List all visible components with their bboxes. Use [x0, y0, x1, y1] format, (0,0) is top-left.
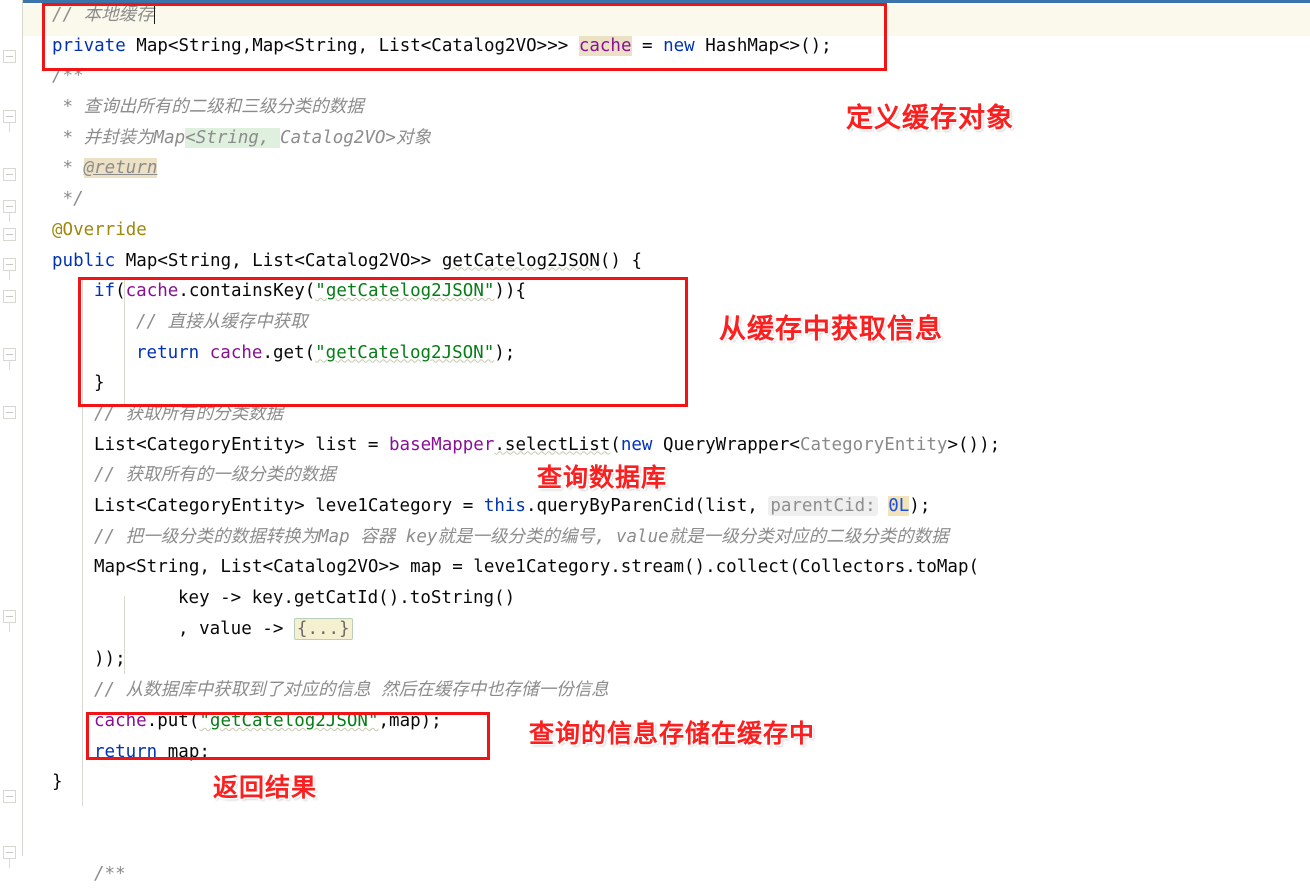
- code-line[interactable]: [0, 829, 1310, 860]
- code-token: Map<String, List<Catalog2VO>> map = leve…: [94, 557, 916, 578]
- box-write-to-cache: [86, 712, 490, 760]
- code-line[interactable]: /**: [0, 859, 1310, 890]
- code-token: */: [52, 189, 84, 210]
- code-token: CategoryEntity: [799, 434, 948, 455]
- code-line[interactable]: public Map<String, List<Catalog2VO>> get…: [0, 246, 1310, 277]
- code-token: .selectList: [494, 434, 611, 455]
- code-token: @return: [83, 158, 158, 179]
- code-token: <String,: [185, 127, 281, 148]
- code-token: parentCid:: [768, 496, 878, 516]
- code-token: *: [52, 158, 84, 179]
- code-line[interactable]: // 从数据库中获取到了对应的信息 然后在缓存中也存储一份信息: [0, 675, 1310, 706]
- code-line[interactable]: // 把一级分类的数据转换为Map 容器 key就是一级分类的编号, value…: [0, 522, 1310, 553]
- code-line[interactable]: }: [0, 767, 1310, 798]
- code-token: baseMapper: [389, 434, 495, 455]
- box-cache-declaration: [42, 3, 887, 71]
- code-token: (: [610, 434, 621, 455]
- code-token: public: [52, 250, 116, 271]
- code-token: toMap: [915, 557, 969, 578]
- code-token: }: [52, 772, 63, 793]
- note-store-in-cache: 查询的信息存储在缓存中: [529, 719, 816, 748]
- code-token: ));: [94, 649, 126, 670]
- code-token: Catalog2VO>: [280, 127, 396, 148]
- code-token: new: [620, 434, 653, 455]
- code-token: QueryWrapper<: [652, 434, 800, 455]
- note-define-cache-object: 定义缓存对象: [846, 103, 1014, 134]
- code-token: .queryByParenCid(list,: [525, 496, 769, 516]
- code-token: // 从数据库中获取到了对应的信息 然后在缓存中也存储一份信息: [94, 680, 609, 701]
- code-token: /**: [94, 864, 126, 885]
- code-token: >());: [947, 434, 1001, 455]
- code-line[interactable]: key -> key.getCatId().toString(): [0, 583, 1310, 614]
- code-line[interactable]: Map<String, List<Catalog2VO>> map = leve…: [0, 552, 1310, 583]
- code-editor[interactable]: // 本地缓存 private Map<String,Map<String, Li…: [0, 0, 1310, 884]
- code-line[interactable]: */: [0, 184, 1310, 215]
- code-token: // 把一级分类的数据转换为Map 容器 key就是一级分类的编号, value…: [94, 526, 949, 547]
- code-token: () {: [599, 250, 643, 271]
- code-token: * 并封装为Map: [52, 127, 186, 148]
- note-return-result: 返回结果: [213, 773, 318, 802]
- code-line[interactable]: @Override: [0, 215, 1310, 246]
- code-token: * 查询出所有的二级和三级分类的数据: [52, 97, 364, 118]
- code-token: key -> key.getCatId().toString(): [178, 588, 516, 609]
- code-token: {...}: [293, 617, 353, 640]
- note-get-from-cache: 从缓存中获取信息: [719, 314, 943, 345]
- code-token: 对象: [395, 127, 431, 148]
- code-token: // 获取所有的一级分类的数据: [94, 465, 336, 486]
- code-line[interactable]: [0, 798, 1310, 829]
- code-token: (: [968, 557, 980, 578]
- code-line[interactable]: * 并封装为Map<String, Catalog2VO>对象: [0, 123, 1310, 154]
- code-line[interactable]: , value -> {...}: [0, 614, 1310, 645]
- note-query-database: 查询数据库: [537, 463, 668, 492]
- code-token: @Override: [52, 219, 147, 240]
- code-token: getCatelog2JSON: [441, 250, 600, 271]
- code-token: , value ->: [178, 618, 294, 639]
- code-line[interactable]: * 查询出所有的二级和三级分类的数据: [0, 92, 1310, 123]
- code-token: Map<String, List<Catalog2VO>>: [115, 250, 442, 271]
- code-line[interactable]: List<CategoryEntity> list = baseMapper.s…: [0, 430, 1310, 461]
- code-token: this: [483, 496, 526, 516]
- code-line[interactable]: ));: [0, 644, 1310, 675]
- box-read-from-cache: [78, 277, 688, 407]
- code-token: 0L: [888, 496, 910, 516]
- code-token: );: [909, 496, 931, 516]
- code-token: List<CategoryEntity> leve1Category =: [94, 496, 484, 516]
- code-token: List<CategoryEntity> list =: [94, 434, 390, 455]
- code-line[interactable]: * @return: [0, 153, 1310, 184]
- code-line[interactable]: List<CategoryEntity> leve1Category = thi…: [0, 491, 1310, 522]
